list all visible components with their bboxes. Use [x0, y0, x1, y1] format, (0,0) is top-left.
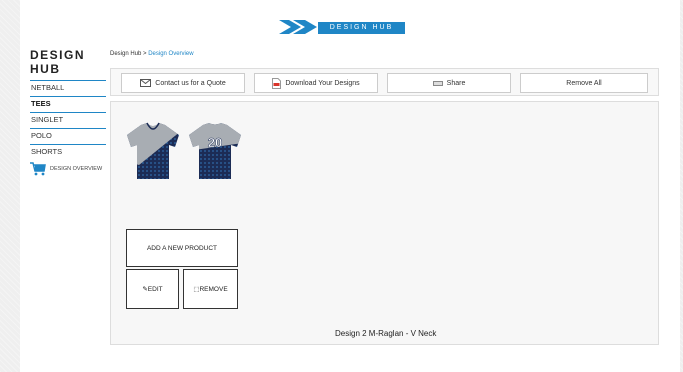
design-name: Design 2 M-Raglan - V Neck [335, 329, 437, 338]
share-label: Share [446, 79, 466, 87]
add-new-product-button[interactable]: ADD A NEW PRODUCT [126, 229, 238, 267]
sidebar: DESIGN HUB NETBALL TEES SINGLET POLO SHO… [30, 48, 106, 176]
logo-text: DESIGN HUB [318, 22, 405, 34]
toolbar: Contact us for a Quote Download Your Des… [110, 68, 659, 96]
design-hub-logo[interactable]: DESIGN HUB [279, 19, 405, 35]
contact-quote-label: Contact us for a Quote [155, 79, 226, 87]
breadcrumb-current: Design Overview [148, 51, 194, 57]
contact-quote-button[interactable]: Contact us for a Quote [121, 73, 245, 93]
share-button[interactable]: Share [387, 73, 511, 93]
share-icon [432, 80, 443, 86]
download-designs-label: Download Your Designs [285, 79, 360, 87]
x-logo-icon [279, 20, 317, 34]
sidebar-item-tees[interactable]: TEES [30, 96, 106, 112]
edit-button[interactable]: ✎EDIT [126, 269, 179, 309]
envelope-icon [140, 79, 152, 87]
sidebar-item-shorts[interactable]: SHORTS [30, 144, 106, 160]
shopping-cart-icon [30, 162, 46, 176]
sidebar-item-singlet[interactable]: SINGLET [30, 112, 106, 128]
sidebar-item-polo[interactable]: POLO [30, 128, 106, 144]
shirt-back-number: 20 [208, 135, 222, 150]
download-designs-button[interactable]: Download Your Designs [254, 73, 378, 93]
breadcrumb-root[interactable]: Design Hub [110, 51, 141, 57]
remove-button[interactable]: ⬚REMOVE [183, 269, 238, 309]
sidebar-item-design-overview[interactable]: DESIGN OVERVIEW [30, 162, 106, 176]
sidebar-title: DESIGN HUB [30, 48, 86, 76]
breadcrumb: Design Hub > Design Overview [110, 51, 194, 57]
remove-all-button[interactable]: Remove All [520, 73, 648, 93]
sidebar-item-netball[interactable]: NETBALL [30, 80, 106, 96]
pdf-icon [272, 77, 282, 89]
design-panel: 20 ADD A NEW PRODUCT ✎EDIT ⬚REMOVE Desig… [110, 101, 659, 345]
remove-all-label: Remove All [566, 79, 602, 87]
shirt-front-image[interactable] [125, 121, 181, 181]
shirt-back-image[interactable]: 20 [187, 121, 243, 181]
design-overview-label: DESIGN OVERVIEW [50, 166, 103, 172]
